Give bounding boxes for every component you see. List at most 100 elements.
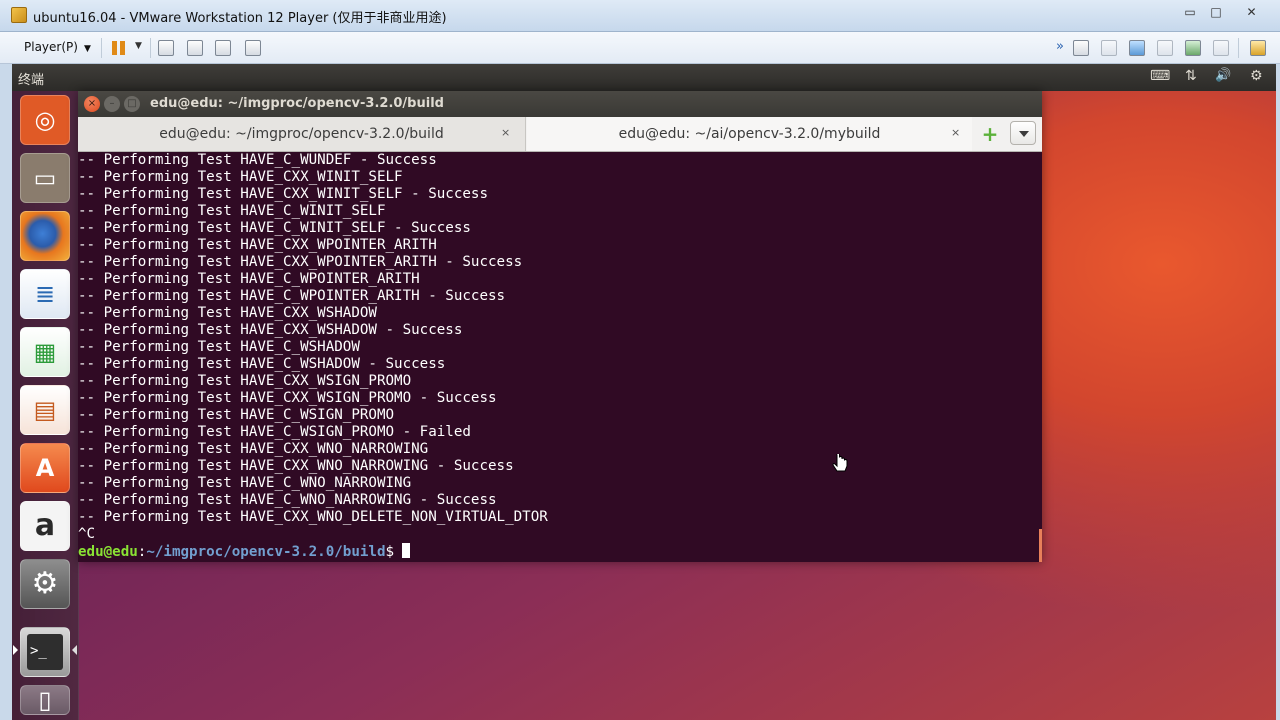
terminal-line: -- Performing Test HAVE_C_WPOINTER_ARITH… [78, 288, 506, 304]
terminal-line: -- Performing Test HAVE_CXX_WSHADOW [78, 305, 377, 321]
spreadsheet-icon: ▦ [33, 338, 57, 366]
removable-devices-icon[interactable] [187, 40, 203, 56]
terminal-line: -- Performing Test HAVE_C_WUNDEF - Succe… [78, 152, 437, 168]
terminal-line: -- Performing Test HAVE_C_WSHADOW [78, 339, 360, 355]
guest-desktop: 终端 ⌨ ⇅ 🔊 ⚙ ◎ ▭ ● ≣ ▦ ▤ A a ⚙ [12, 64, 1276, 720]
dash-home-button[interactable]: ◎ [20, 95, 70, 145]
guest-top-panel: 终端 ⌨ ⇅ 🔊 ⚙ [12, 64, 1276, 91]
terminal-line: -- Performing Test HAVE_C_WNO_NARROWING … [78, 492, 497, 508]
fullscreen-icon[interactable] [215, 40, 231, 56]
message-log-icon[interactable] [1250, 40, 1266, 56]
maximize-button[interactable]: □ [1204, 4, 1228, 21]
window-maximize-button[interactable]: □ [124, 96, 140, 112]
ubuntu-logo-icon: ◎ [34, 106, 56, 134]
window-minimize-button[interactable]: – [104, 96, 120, 112]
unity-launcher: ◎ ▭ ● ≣ ▦ ▤ A a ⚙ >_ ▯ [12, 91, 79, 720]
player-menu-label: Player(P) [24, 40, 78, 54]
send-ctrl-alt-del-icon[interactable] [158, 40, 174, 56]
terminal-output[interactable]: -- Performing Test HAVE_C_WUNDEF - Succe… [78, 152, 1042, 562]
trash-button[interactable]: ▯ [20, 685, 70, 715]
terminal-line: -- Performing Test HAVE_C_WSHADOW - Succ… [78, 356, 446, 372]
presentation-icon: ▤ [33, 396, 57, 424]
terminal-line: -- Performing Test HAVE_CXX_WNO_NARROWIN… [78, 441, 429, 457]
devices-expand-icon[interactable]: » [1056, 39, 1064, 54]
terminal-window: × – □ edu@edu: ~/imgproc/opencv-3.2.0/bu… [78, 91, 1042, 562]
network-icon[interactable]: ⇅ [1185, 68, 1197, 84]
tab-close-icon[interactable]: × [951, 126, 960, 139]
terminal-tab-bar: edu@edu: ~/imgproc/opencv-3.2.0/build × … [78, 117, 1042, 152]
terminal-tab[interactable]: edu@edu: ~/ai/opencv-3.2.0/mybuild × [527, 117, 972, 151]
player-menu[interactable]: Player(P) ▼ [24, 40, 91, 54]
terminal-line: -- Performing Test HAVE_CXX_WNO_NARROWIN… [78, 458, 514, 474]
cd-drive-icon[interactable] [1101, 40, 1117, 56]
text-cursor [402, 543, 411, 558]
chevron-down-icon: ▼ [83, 44, 91, 54]
tab-label: edu@edu: ~/ai/opencv-3.2.0/mybuild [618, 126, 881, 142]
wrench-gear-icon: ⚙ [31, 566, 59, 601]
writer-button[interactable]: ≣ [20, 269, 70, 319]
terminal-icon: >_ [27, 634, 63, 670]
terminal-line: -- Performing Test HAVE_CXX_WSIGN_PROMO … [78, 390, 497, 406]
firefox-icon: ● [21, 212, 69, 260]
host-window-title: ubuntu16.04 - VMware Workstation 12 Play… [33, 11, 447, 26]
file-cabinet-icon: ▭ [33, 164, 57, 192]
terminal-line: -- Performing Test HAVE_C_WSIGN_PROMO [78, 407, 395, 423]
terminal-title-bar[interactable]: × – □ edu@edu: ~/imgproc/opencv-3.2.0/bu… [78, 91, 1042, 117]
tab-close-icon[interactable]: × [501, 126, 510, 139]
host-title-bar: ubuntu16.04 - VMware Workstation 12 Play… [0, 0, 1280, 32]
impress-button[interactable]: ▤ [20, 385, 70, 435]
software-center-button[interactable]: A [20, 443, 70, 493]
chevron-down-icon[interactable]: ▼ [135, 41, 142, 51]
terminal-button[interactable]: >_ [20, 627, 70, 677]
terminal-scrollbar[interactable] [1039, 529, 1042, 562]
terminal-line: -- Performing Test HAVE_CXX_WPOINTER_ARI… [78, 237, 437, 253]
host-toolbar: Player(P) ▼ ▼ » [0, 32, 1280, 64]
terminal-window-title: edu@edu: ~/imgproc/opencv-3.2.0/build [150, 96, 444, 111]
minimize-button[interactable]: ▭ [1178, 4, 1202, 21]
calc-button[interactable]: ▦ [20, 327, 70, 377]
network-adapter-icon[interactable] [1129, 40, 1145, 56]
new-tab-plus-icon[interactable]: + [980, 124, 1000, 144]
window-close-button[interactable]: × [84, 96, 100, 112]
printer-icon[interactable] [1157, 40, 1173, 56]
toolbar-divider [101, 38, 102, 58]
shell-prompt[interactable]: edu@edu:~/imgproc/opencv-3.2.0/build$ [78, 543, 411, 560]
files-button[interactable]: ▭ [20, 153, 70, 203]
prompt-symbol: $ [385, 544, 395, 560]
sound-card-icon[interactable] [1213, 40, 1229, 56]
keyboard-icon[interactable]: ⌨ [1150, 68, 1170, 84]
active-app-arrow-icon [13, 645, 18, 655]
pause-icon[interactable] [111, 40, 127, 56]
amazon-button[interactable]: a [20, 501, 70, 551]
terminal-line: -- Performing Test HAVE_C_WSIGN_PROMO - … [78, 424, 471, 440]
terminal-line: -- Performing Test HAVE_CXX_WPOINTER_ARI… [78, 254, 523, 270]
terminal-line: -- Performing Test HAVE_CXX_WSHADOW - Su… [78, 322, 463, 338]
usb-device-icon[interactable] [1185, 40, 1201, 56]
unity-mode-icon[interactable] [245, 40, 261, 56]
prompt-path: ~/imgproc/opencv-3.2.0/build [146, 544, 386, 560]
terminal-line: -- Performing Test HAVE_CXX_WSIGN_PROMO [78, 373, 412, 389]
active-app-name: 终端 [18, 73, 45, 88]
close-button[interactable]: ✕ [1230, 4, 1273, 21]
toolbar-divider [150, 38, 151, 58]
trash-icon: ▯ [38, 686, 52, 714]
terminal-tab[interactable]: edu@edu: ~/imgproc/opencv-3.2.0/build × [78, 117, 526, 151]
mouse-pointer-icon [832, 454, 848, 472]
tab-list-menu-button[interactable] [1010, 121, 1036, 145]
vmware-app-icon [11, 7, 27, 23]
volume-icon[interactable]: 🔊 [1215, 68, 1231, 83]
terminal-line: -- Performing Test HAVE_C_WPOINTER_ARITH [78, 271, 420, 287]
toolbar-divider [1238, 38, 1239, 58]
terminal-line: ^C [78, 526, 96, 542]
settings-gear-icon[interactable]: ⚙ [1250, 68, 1263, 84]
system-settings-button[interactable]: ⚙ [20, 559, 70, 609]
shopping-bag-icon: A [35, 454, 55, 482]
writer-document-icon: ≣ [34, 280, 56, 308]
firefox-button[interactable]: ● [20, 211, 70, 261]
terminal-line: -- Performing Test HAVE_CXX_WNO_DELETE_N… [78, 509, 548, 525]
hard-disk-icon[interactable] [1073, 40, 1089, 56]
terminal-line: -- Performing Test HAVE_C_WINIT_SELF [78, 203, 386, 219]
focused-app-arrow-icon [72, 645, 77, 655]
amazon-logo-icon: a [34, 508, 56, 543]
terminal-line: -- Performing Test HAVE_C_WNO_NARROWING [78, 475, 412, 491]
